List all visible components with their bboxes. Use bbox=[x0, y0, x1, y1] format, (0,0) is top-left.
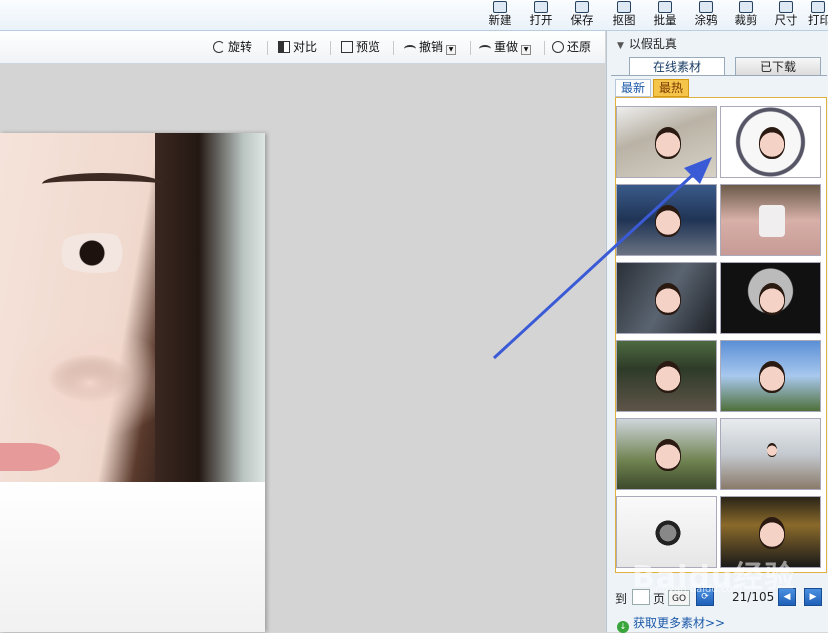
annotation-arrow bbox=[492, 157, 712, 360]
arrow-shaft bbox=[492, 169, 699, 360]
